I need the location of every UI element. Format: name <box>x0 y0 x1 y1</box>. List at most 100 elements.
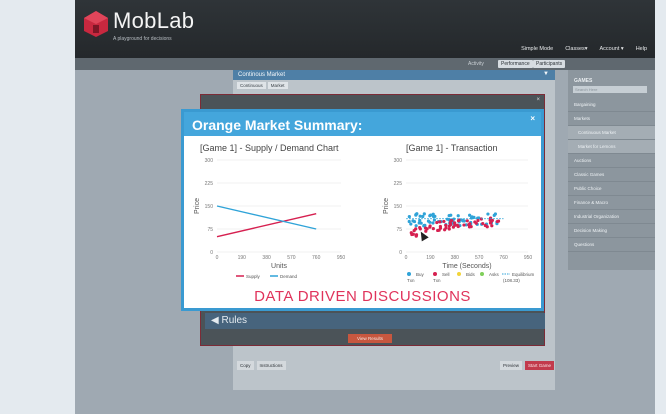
x-tick-label: 0 <box>216 255 219 261</box>
legend-label: Txn <box>407 278 415 283</box>
performance-tab[interactable]: Performance <box>498 60 533 68</box>
sidebar-item[interactable]: Questions <box>568 238 655 252</box>
y-tick-label: 150 <box>394 204 403 210</box>
buy-txn-point <box>412 219 417 224</box>
buy-txn-point <box>407 215 411 219</box>
x-axis-label: Units <box>271 263 287 270</box>
tab-continuous[interactable]: Continuous <box>237 82 266 89</box>
main-panel-title: Continous Market <box>238 72 286 78</box>
y-tick-label: 0 <box>210 250 213 256</box>
nav-classes[interactable]: Classes▾ <box>565 46 587 52</box>
x-tick-label: 380 <box>451 255 460 261</box>
x-tick-label: 190 <box>238 255 247 261</box>
sell-txn-point <box>451 225 455 229</box>
start-game-button[interactable]: Start Game <box>525 361 555 370</box>
sell-txn-point <box>485 225 489 229</box>
buy-txn-point <box>418 218 422 223</box>
x-tick-label: 570 <box>475 255 484 261</box>
search-input[interactable]: Search Here <box>573 86 647 93</box>
sell-txn-point <box>412 228 416 233</box>
sell-txn-point <box>474 221 478 225</box>
buy-txn-point <box>492 213 496 217</box>
sidebar-item[interactable]: Bargaining <box>568 98 655 112</box>
sell-txn-point <box>476 218 480 223</box>
sell-txn-point <box>489 219 493 224</box>
nav-simple-mode[interactable]: Simple Mode <box>521 46 553 52</box>
sidebar-item[interactable]: Public Choice <box>568 182 655 196</box>
buy-txn-point <box>431 221 435 225</box>
legend-label: Equilibrium <box>512 272 535 277</box>
moblab-logo-icon[interactable] <box>83 10 109 38</box>
y-axis-label: Price <box>194 198 201 214</box>
sell-txn-point <box>481 221 485 226</box>
rules-section[interactable]: ◀ Rules <box>205 313 545 329</box>
sidebar-item[interactable]: Market for Lemons <box>568 140 655 154</box>
brand-name[interactable]: MobLab <box>113 8 194 34</box>
preview-button[interactable]: Preview <box>500 361 523 370</box>
y-tick-label: 75 <box>207 227 213 233</box>
copy-button[interactable]: Copy <box>237 361 254 370</box>
games-sidebar: GAMES Search Here Bargaining Markets Conti… <box>568 70 655 270</box>
sidebar-item[interactable]: Classic Games <box>568 168 655 182</box>
sell-txn-point <box>456 224 460 229</box>
tab-market[interactable]: Market <box>267 82 288 89</box>
sell-txn-point <box>442 219 446 224</box>
close-icon[interactable]: × <box>536 97 540 103</box>
brand-tagline: A playground for decisions <box>113 36 172 42</box>
legend-swatch <box>457 272 461 276</box>
legend-label: Txn <box>433 278 441 283</box>
buy-txn-point <box>428 220 432 224</box>
buy-txn-point <box>418 214 422 218</box>
left-buttons: Copy Instructions <box>237 361 286 370</box>
buy-txn-point <box>468 213 472 217</box>
background: MobLab A playground for decisions Simple… <box>0 0 666 414</box>
x-tick-label: 950 <box>524 255 533 261</box>
x-tick-label: 760 <box>499 255 508 261</box>
sidebar-list: Bargaining Markets Continuous Market Market… <box>568 98 655 252</box>
sell-txn-point <box>495 219 499 224</box>
sell-txn-point <box>488 216 493 220</box>
y-tick-label: 300 <box>394 158 403 164</box>
legend-label: Asks <box>489 272 500 277</box>
y-tick-label: 0 <box>399 250 402 256</box>
sidebar-item[interactable]: Markets <box>568 112 655 126</box>
sell-txn-point <box>438 226 443 230</box>
y-tick-label: 225 <box>394 181 403 187</box>
sell-txn-point <box>450 218 454 223</box>
sell-txn-point <box>428 225 432 229</box>
buy-txn-point <box>486 212 490 216</box>
sell-txn-point <box>465 219 469 223</box>
sidebar-item[interactable]: Decision Making <box>568 224 655 238</box>
sell-txn-point <box>447 227 451 231</box>
buy-txn-point <box>431 212 435 216</box>
instructions-button[interactable]: Instructions <box>256 361 286 370</box>
buy-txn-point <box>428 214 432 218</box>
legend-swatch <box>433 272 437 276</box>
sidebar-title: GAMES <box>574 78 593 84</box>
y-tick-label: 225 <box>205 181 214 187</box>
sidebar-item[interactable]: Continuous Market <box>568 126 655 140</box>
nav-help[interactable]: Help <box>636 46 647 52</box>
y-tick-label: 150 <box>205 204 214 210</box>
sell-txn-point <box>462 223 466 227</box>
sub-bar: Activity Performance Participants <box>75 58 655 70</box>
right-buttons: Preview Start Game <box>500 361 555 370</box>
sell-txn-point <box>469 225 473 229</box>
buy-txn-point <box>415 212 419 216</box>
buy-txn-point <box>449 213 453 217</box>
participants-tab[interactable]: Participants <box>533 60 566 68</box>
sidebar-item[interactable]: Auctions <box>568 154 655 168</box>
view-results-button[interactable]: View Results <box>348 334 392 343</box>
sidebar-item[interactable]: Finance & Macro <box>568 196 655 210</box>
legend-label: Demand <box>280 274 298 279</box>
sell-txn-point <box>435 220 439 225</box>
top-nav: Simple Mode Classes▾ Account ▾ Help <box>521 46 647 52</box>
sell-txn-point <box>431 226 435 231</box>
top-bar: MobLab A playground for decisions Simple… <box>75 0 655 58</box>
sidebar-item[interactable]: Industrial Organization <box>568 210 655 224</box>
legend-label: Buy <box>416 272 425 277</box>
x-tick-label: 570 <box>287 255 296 261</box>
nav-account[interactable]: Account ▾ <box>600 46 624 52</box>
chevron-down-icon[interactable]: ▼ <box>543 71 549 77</box>
sell-txn-point <box>438 220 442 224</box>
